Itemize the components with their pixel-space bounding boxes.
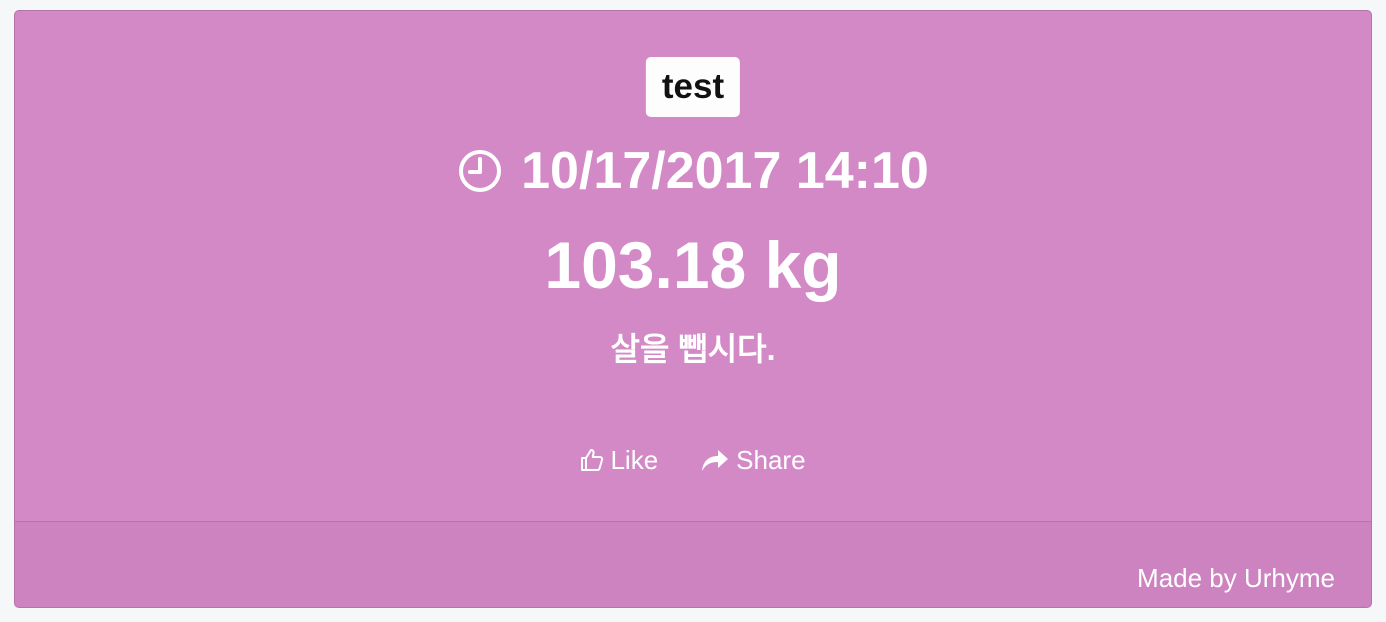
card-footer: Made by Urhyme <box>15 521 1371 607</box>
like-button[interactable]: Like <box>580 445 658 476</box>
tag-badge: test <box>645 57 741 117</box>
share-label: Share <box>736 444 806 475</box>
share-arrow-icon <box>700 447 730 473</box>
share-button[interactable]: Share <box>700 444 806 476</box>
thumbs-up-icon <box>580 448 604 472</box>
card-body: test 10/17/2017 14:10 103.18 kg 살을 뺍시다. <box>15 11 1371 521</box>
datetime-text: 10/17/2017 14:10 <box>521 142 929 200</box>
credit-text: Made by Urhyme <box>1137 563 1335 593</box>
weight-card: test 10/17/2017 14:10 103.18 kg 살을 뺍시다. <box>14 10 1372 608</box>
weight-value: 103.18 kg <box>544 228 842 302</box>
like-label: Like <box>610 444 659 475</box>
action-bar: Like Share <box>15 441 1371 479</box>
datetime-row: 10/17/2017 14:10 <box>15 139 1371 203</box>
clock-icon <box>457 148 503 194</box>
motivation-message: 살을 뺍시다. <box>610 331 776 367</box>
